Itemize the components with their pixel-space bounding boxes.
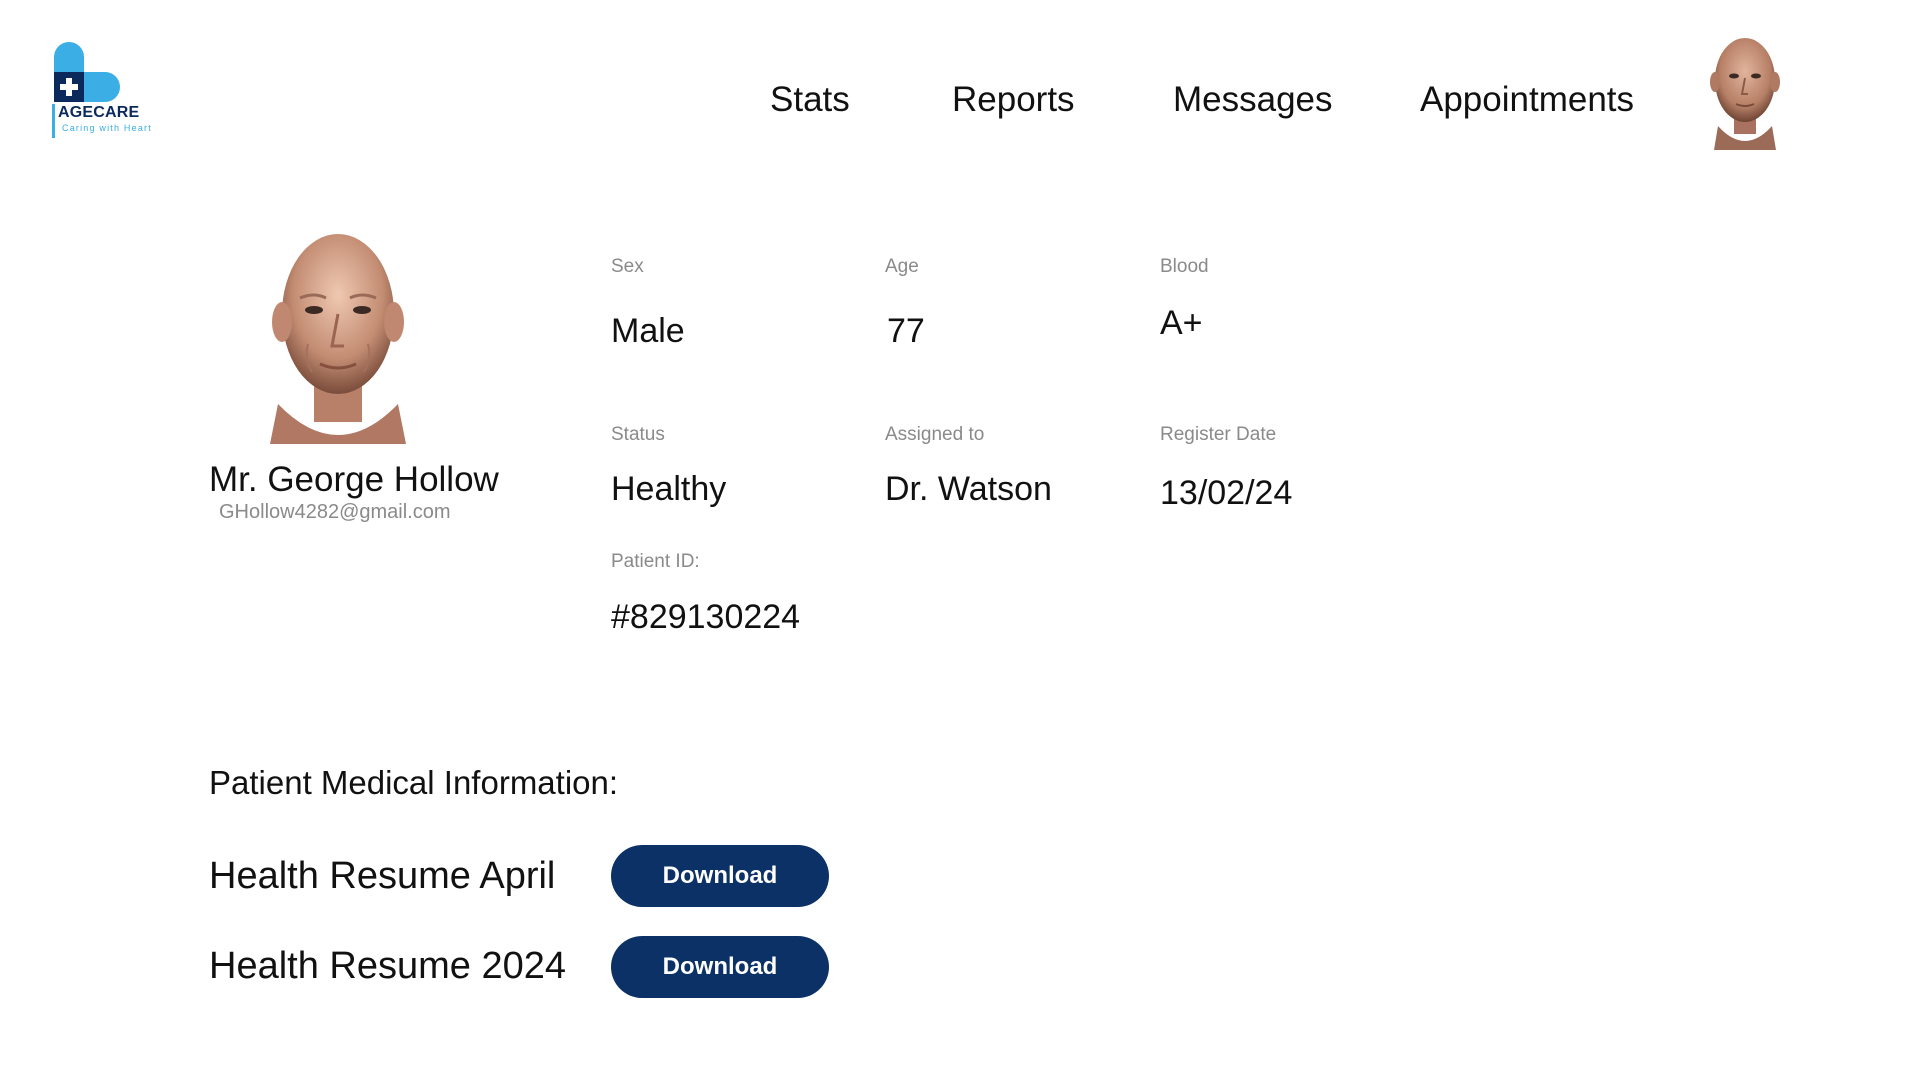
patient-id-label: Patient ID: [611, 551, 700, 572]
heart-cross-icon [54, 42, 120, 102]
nav-appointments[interactable]: Appointments [1420, 80, 1634, 120]
brand-name: AGECARE [58, 104, 140, 121]
user-avatar[interactable] [1700, 30, 1790, 150]
download-button[interactable]: Download [611, 936, 829, 998]
nav-messages[interactable]: Messages [1173, 80, 1333, 120]
patient-email: GHollow4282@gmail.com [219, 501, 451, 523]
nav-stats[interactable]: Stats [770, 80, 850, 120]
agecare-logo[interactable]: AGECARE Caring with Heart [52, 42, 182, 142]
sex-label: Sex [611, 256, 644, 277]
blood-value: A+ [1160, 304, 1203, 342]
brand-tagline: Caring with Heart [62, 123, 152, 133]
nav-reports[interactable]: Reports [952, 80, 1075, 120]
patient-id-value: #829130224 [611, 598, 801, 636]
register-date-label: Register Date [1160, 424, 1277, 445]
assigned-label: Assigned to [885, 424, 985, 445]
patient-name: Mr. George Hollow [209, 460, 499, 499]
logo-bar [52, 104, 55, 138]
patient-photo [270, 234, 406, 444]
age-value: 77 [887, 312, 925, 350]
document-name: Health Resume 2024 [209, 945, 566, 987]
status-value: Healthy [611, 470, 727, 508]
register-date-value: 13/02/24 [1160, 474, 1293, 512]
sex-value: Male [611, 312, 685, 350]
blood-label: Blood [1160, 256, 1209, 277]
document-name: Health Resume April [209, 855, 556, 897]
age-label: Age [885, 256, 919, 277]
patient-profile-page: AGECARE Caring with Heart Stats Reports … [0, 0, 1920, 1080]
medical-info-title: Patient Medical Information: [209, 764, 619, 801]
download-button[interactable]: Download [611, 845, 829, 907]
status-label: Status [611, 424, 665, 445]
assigned-value: Dr. Watson [885, 470, 1052, 508]
